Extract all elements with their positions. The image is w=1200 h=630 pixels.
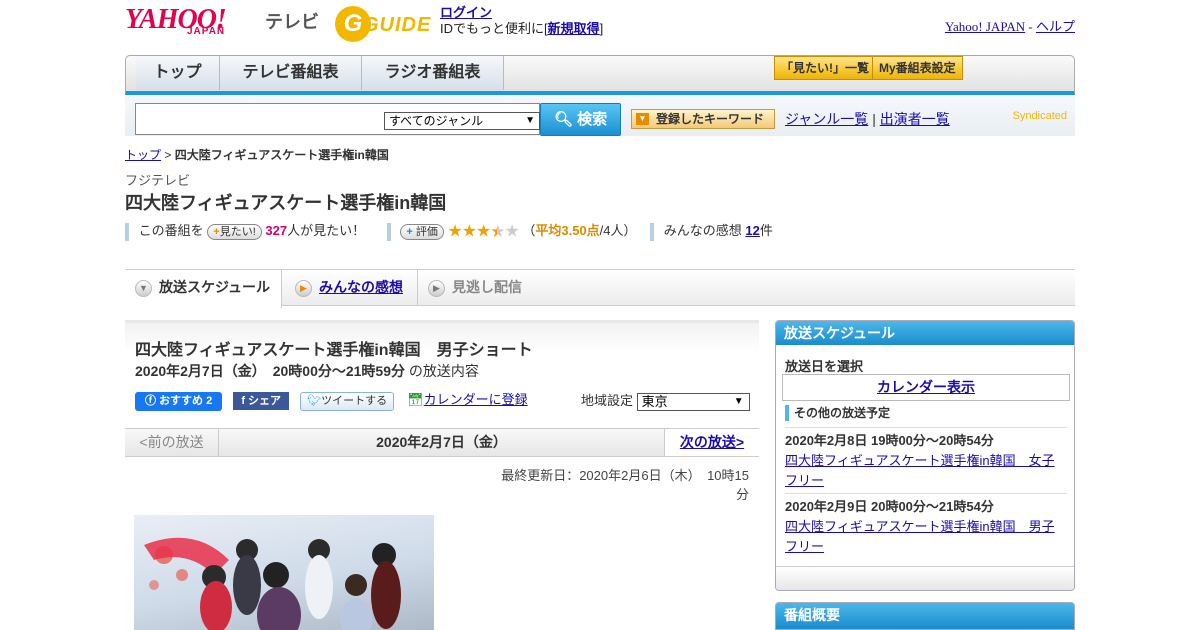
signup-link[interactable]: 新規取得 (548, 21, 600, 36)
station-name: フジテレビ (125, 173, 191, 188)
episode-datetime: 2020年2月7日（金） 20時00分～21時59分 の放送内容 (135, 363, 479, 379)
header: YAHOO! JAPAN テレビ G GUIDE ログイン IDでもっと便利に[新… (125, 0, 1075, 52)
search-bar: すべてのジャンル ▼ 🔍︎ 検索 ▼ 登録したキーワード ジャンル一覧 | 出演者一… (125, 96, 1075, 136)
chevron-down-icon: ▼ (733, 395, 744, 407)
syndicated-label: Syndicated (1012, 110, 1067, 122)
facebook-recommend-button[interactable]: ⓕ おすすめ 2 (135, 392, 223, 411)
g-guide-logo[interactable]: G GUIDE (335, 6, 431, 42)
twitter-icon: 🐦︎ (307, 395, 322, 407)
want-count: 327 (265, 223, 288, 238)
schedule-item: 2020年2月8日 19時00分～20時54分 四大陸フィギュアスケート選手権i… (785, 427, 1067, 491)
summary-header: 番組概要 (775, 602, 1075, 630)
schedule-sidebar: 放送スケジュール 放送日を選択 カレンダー表示 その他の放送予定 2020年2月… (775, 320, 1075, 591)
region-label: 地域設定 (581, 393, 634, 408)
prev-broadcast[interactable]: <前の放送 (125, 429, 219, 456)
breadcrumb: トップ > 四大陸フィギュアスケート選手権in韓国 (125, 148, 389, 162)
rating-average: 平均3.50点 (535, 223, 600, 238)
search-icon: 🔍︎ (553, 111, 573, 128)
login-text-end: ] (599, 21, 604, 36)
schedule-item-link[interactable]: 四大陸フィギュアスケート選手権in韓国 男子フリー (785, 519, 1055, 554)
my-schedule-settings-button[interactable]: My番組表設定 (872, 56, 963, 80)
impressions-count[interactable]: 12 (745, 223, 759, 238)
tab-missed[interactable]: ▶ 見逃し配信 (417, 270, 547, 306)
want-list-button[interactable]: 「見たい!」一覧 (774, 56, 876, 80)
sidebar-header: 放送スケジュール (776, 321, 1074, 345)
top-links: Yahoo! JAPAN - ヘルプ (945, 16, 1075, 35)
page-title: 四大陸フィギュアスケート選手権in韓国 (125, 193, 447, 213)
calendar-register[interactable]: 📅︎カレンダーに登録 (407, 389, 528, 408)
rate-button[interactable]: + 評価 (400, 223, 444, 240)
login-text: IDでもっと便利に[ (440, 21, 548, 36)
calendar-button[interactable]: カレンダー表示 (782, 374, 1070, 401)
play-icon: ▶ (295, 280, 312, 297)
region-select[interactable]: 東京 ▼ (636, 392, 750, 411)
tab-impressions[interactable]: ▶ みんなの感想 (285, 270, 415, 306)
program-meta: この番組を +見たい! 327人が見たい！ + 評価 ★★★★★ （平均3.50… (125, 221, 773, 241)
want-suffix: 人が見たい！ (287, 223, 366, 238)
tweet-button[interactable]: 🐦︎ツイートする (300, 392, 395, 411)
want-label: この番組を (138, 223, 204, 238)
genre-select[interactable]: すべてのジャンル ▼ (384, 112, 540, 130)
search-links: ジャンル一覧 | 出演者一覧 (785, 109, 950, 129)
chevron-down-icon: ▼ (525, 115, 535, 126)
episode-header: 四大陸フィギュアスケート選手権in韓国 男子ショート 2020年2月7日（金） … (125, 320, 759, 420)
login-link[interactable]: ログイン (440, 5, 492, 20)
keyword-button[interactable]: ▼ 登録したキーワード (631, 109, 775, 129)
region-setting: 地域設定 東京 ▼ (581, 390, 750, 411)
next-broadcast[interactable]: 次の放送> (664, 429, 759, 456)
last-updated: 最終更新日：2020年2月6日（木） 10時15分 (501, 468, 749, 502)
page: YAHOO! JAPAN テレビ G GUIDE ログイン IDでもっと便利に[新… (125, 0, 1075, 630)
search-button[interactable]: 🔍︎ 検索 (540, 103, 621, 136)
facebook-icon: f (241, 395, 245, 407)
select-date-label: 放送日を選択 (785, 359, 864, 374)
program-image (134, 515, 434, 630)
other-schedule-label: その他の放送予定 (785, 405, 890, 421)
breadcrumb-current: 四大陸フィギュアスケート選手権in韓国 (174, 148, 389, 162)
dropdown-icon: ▼ (636, 113, 649, 125)
play-icon: ▶ (428, 280, 445, 297)
yahoo-logo-sub: JAPAN (187, 26, 226, 37)
chevron-down-icon: ▼ (135, 280, 152, 297)
genre-list-link[interactable]: ジャンル一覧 (785, 111, 868, 127)
nav-tab-tv[interactable]: テレビ番組表 (220, 56, 362, 90)
schedule-item: 2020年2月9日 20時00分～21時54分 四大陸フィギュアスケート選手権i… (785, 493, 1067, 557)
rating-count: /4人） (599, 223, 637, 238)
episode-title: 四大陸フィギュアスケート選手権in韓国 男子ショート (135, 342, 533, 359)
rating-stars: ★★★★★ (447, 221, 519, 241)
nav-tab-top[interactable]: トップ (136, 56, 220, 90)
impressions-unit: 件 (759, 223, 773, 238)
link-divider: | (872, 111, 876, 127)
tab-schedule[interactable]: ▼ 放送スケジュール (125, 270, 282, 308)
facebook-icon: ⓕ (145, 395, 156, 407)
breadcrumb-top[interactable]: トップ (125, 148, 161, 162)
yahoo-japan-link[interactable]: Yahoo! JAPAN (945, 19, 1025, 34)
service-name[interactable]: テレビ (265, 8, 319, 34)
impressions-label: みんなの感想 (663, 223, 742, 238)
current-broadcast-date: 2020年2月7日（金） (376, 434, 507, 450)
nav-tab-radio[interactable]: ラジオ番組表 (362, 56, 504, 90)
want-button[interactable]: +見たい! (207, 223, 262, 240)
rating-open: （ (522, 223, 536, 238)
link-separator: - (1025, 19, 1036, 34)
global-nav: トップ テレビ番組表 ラジオ番組表 「見たい!」一覧 My番組表設定 (125, 55, 1075, 95)
calendar-add-icon: 📅︎ (407, 392, 424, 407)
share-buttons: ⓕ おすすめ 2 f シェア 🐦︎ツイートする 📅︎カレンダーに登録 (135, 389, 528, 411)
facebook-share-button[interactable]: f シェア (233, 392, 290, 410)
section-tabs: ▼ 放送スケジュール ▶ みんなの感想 ▶ 見逃し配信 (125, 269, 1075, 308)
broadcast-pager: <前の放送 2020年2月7日（金） 次の放送> (125, 428, 759, 457)
help-link[interactable]: ヘルプ (1036, 19, 1075, 34)
cast-list-link[interactable]: 出演者一覧 (880, 111, 950, 127)
login-area: ログイン IDでもっと便利に[新規取得] (440, 5, 603, 37)
schedule-item-link[interactable]: 四大陸フィギュアスケート選手権in韓国 女子フリー (785, 453, 1055, 488)
sidebar-footer (776, 566, 1074, 590)
